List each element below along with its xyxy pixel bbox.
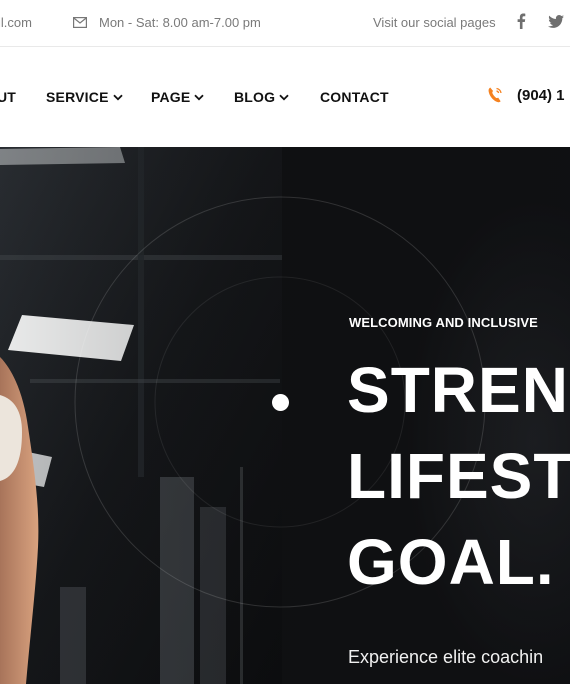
contact-email[interactable]: il.com <box>0 15 32 30</box>
opening-hours: Mon - Sat: 8.00 am-7.00 pm <box>73 15 261 30</box>
nav-item-label: CONTACT <box>320 89 389 105</box>
chevron-down-icon <box>194 94 205 100</box>
twitter-icon[interactable] <box>548 15 564 28</box>
headline-line: LIFEST <box>347 440 570 512</box>
top-info-bar: il.com Mon - Sat: 8.00 am-7.00 pm Visit … <box>0 0 570 47</box>
hero-description: Experience elite coachin <box>348 647 544 667</box>
nav-item-label: BLOG <box>234 89 276 105</box>
nav-item-contact[interactable]: CONTACT <box>320 89 389 105</box>
hero-headline: STREN LIFEST GOAL. <box>347 347 570 605</box>
social-label: Visit our social pages <box>373 15 496 30</box>
nav-item-service[interactable]: SERVICE <box>46 89 123 105</box>
hero-eyebrow: WELCOMING AND INCLUSIVE <box>349 315 538 330</box>
hero-banner: WELCOMING AND INCLUSIVE STREN LIFEST GOA… <box>0 147 570 684</box>
phone-icon <box>488 87 502 103</box>
mail-icon <box>73 17 87 28</box>
phone-contact[interactable]: (904) 1 <box>487 86 565 104</box>
headline-line: GOAL. <box>347 526 555 598</box>
nav-item-label: UT <box>0 89 17 105</box>
chevron-down-icon <box>112 94 123 100</box>
nav-item-page[interactable]: PAGE <box>151 89 205 105</box>
chevron-down-icon <box>279 94 289 100</box>
slider-indicator-dot[interactable] <box>272 394 289 411</box>
main-navigation: UT SERVICE PAGE BLOG CONTACT (904) 1 <box>0 47 570 147</box>
nav-item-label: SERVICE <box>46 89 109 105</box>
phone-number: (904) 1 <box>517 86 565 104</box>
nav-item-blog[interactable]: BLOG <box>234 89 289 105</box>
facebook-icon[interactable] <box>516 13 526 29</box>
headline-line: STREN <box>347 354 569 426</box>
nav-item-about[interactable]: UT <box>0 89 16 105</box>
nav-item-label: PAGE <box>151 89 191 105</box>
opening-hours-text: Mon - Sat: 8.00 am-7.00 pm <box>99 15 261 30</box>
